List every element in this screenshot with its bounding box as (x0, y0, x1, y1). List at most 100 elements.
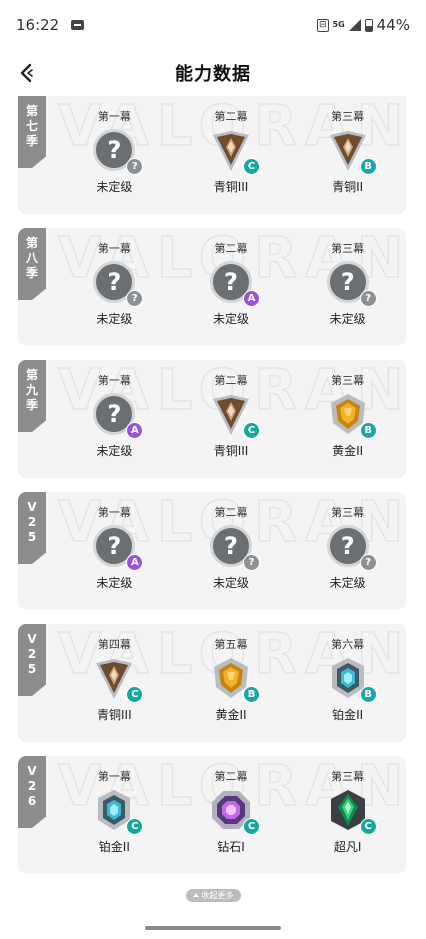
unranked-icon: ?? (325, 523, 377, 571)
collapse-more-button[interactable]: 收起更多 (185, 888, 241, 902)
acts-row: 第一幕 C 铂金II 第二幕 C 钻石I 第三幕 C 超凡I (56, 756, 406, 874)
season-tag: 第八季 (18, 228, 46, 300)
tier-badge: C (126, 686, 144, 703)
header: 能力数据 (0, 50, 426, 96)
act-rank-item[interactable]: 第三幕 C 超凡I (289, 756, 406, 874)
rank-name: 青铜III (213, 180, 249, 194)
network-type: 5G (332, 20, 345, 29)
page-title: 能力数据 (175, 64, 251, 85)
act-rank-item[interactable]: 第一幕 C 铂金II (56, 756, 173, 874)
tier-badge: ? (359, 554, 377, 571)
season-list: VALORANT第七季第一幕??未定级第二幕 C青铜III第三幕 B青铜IIVA… (18, 96, 406, 888)
home-indicator[interactable] (145, 926, 281, 930)
battery-percent: 44% (376, 16, 410, 34)
act-rank-item[interactable]: 第二幕 C 青铜III (173, 360, 290, 478)
rank-name: 未定级 (96, 576, 133, 590)
act-rank-item[interactable]: 第五幕 B 黄金II (173, 624, 290, 742)
back-arrow-icon (20, 63, 33, 83)
tier-badge: B (359, 422, 377, 439)
act-label: 第五幕 (214, 638, 248, 651)
gold-rank-icon: B (208, 655, 260, 703)
tier-badge: B (359, 686, 377, 703)
act-rank-item[interactable]: 第三幕?? 未定级 (289, 492, 406, 610)
acts-row: 第一幕? A 未定级 第二幕?? 未定级 第三幕?? 未定级 (56, 492, 406, 610)
tier-badge: A (126, 554, 144, 571)
season-tag-label: V25 (27, 632, 37, 676)
tier-badge: ? (243, 554, 260, 571)
act-rank-item[interactable]: 第一幕?? 未定级 (56, 228, 173, 346)
rank-name: 青铜III (213, 444, 249, 458)
message-notification-icon (71, 20, 85, 30)
rank-name: 黄金II (215, 708, 247, 722)
act-rank-item[interactable]: 第一幕 ? A 未定级 (56, 492, 173, 610)
acts-row: 第一幕?? 未定级 第二幕? A 未定级 第三幕?? 未定级 (56, 228, 406, 346)
status-bar: 16:22 ⊟ 5G 44% (0, 0, 426, 50)
back-button[interactable] (14, 60, 40, 86)
act-rank-item[interactable]: 第二幕 C 青铜III (173, 96, 290, 214)
act-label: 第二幕 (214, 110, 248, 123)
act-rank-item[interactable]: 第二幕?? 未定级 (173, 492, 290, 610)
act-rank-item[interactable]: 第一幕 ? A 未定级 (56, 360, 173, 478)
act-label: 第一幕 (97, 242, 131, 255)
rank-name: 未定级 (329, 576, 366, 590)
rank-name: 未定级 (96, 444, 133, 458)
act-label: 第四幕 (97, 638, 131, 651)
act-rank-item[interactable]: 第一幕?? 未定级 (56, 96, 173, 214)
chevron-up-icon (192, 893, 199, 897)
battery-icon (364, 18, 373, 32)
season-card: VALORANT第七季第一幕??未定级第二幕 C青铜III第三幕 B青铜II (18, 96, 406, 214)
act-label: 第三幕 (331, 242, 365, 255)
act-rank-item[interactable]: 第六幕 B 铂金II (289, 624, 406, 742)
bronze-rank-icon: C (208, 127, 260, 175)
bronze-rank-icon: C (91, 655, 144, 703)
tier-badge: ? (126, 158, 144, 175)
rank-name: 超凡I (333, 840, 362, 854)
season-tag: 第七季 (18, 96, 46, 168)
gold-rank-icon: B (325, 391, 377, 439)
rank-name: 未定级 (96, 180, 133, 194)
rank-name: 钻石I (217, 840, 245, 854)
season-card: VALORANTV25第一幕?A未定级第二幕??未定级第三幕??未定级 (18, 492, 406, 610)
act-label: 第三幕 (331, 770, 365, 783)
rank-name: 黄金II (332, 444, 364, 458)
unranked-icon: ?? (208, 523, 260, 571)
season-card: VALORANT第八季第一幕??未定级第二幕?A未定级第三幕??未定级 (18, 228, 406, 346)
season-card: VALORANTV25第四幕 C青铜III第五幕 B黄金II第六幕 B铂金II (18, 624, 406, 742)
act-label: 第二幕 (214, 242, 248, 255)
season-tag: V26 (18, 756, 46, 828)
season-tag-label: 第七季 (25, 104, 38, 148)
unranked-icon: ?? (91, 259, 144, 307)
act-rank-item[interactable]: 第四幕 C 青铜III (56, 624, 173, 742)
sim-icon: ⊟ (316, 18, 329, 32)
platinum-rank-icon: B (325, 655, 377, 703)
tier-badge: C (243, 422, 260, 439)
act-rank-item[interactable]: 第二幕 C 钻石I (173, 756, 290, 874)
bronze-rank-icon: C (208, 391, 260, 439)
platinum-rank-icon: C (91, 787, 144, 835)
act-rank-item[interactable]: 第三幕?? 未定级 (289, 228, 406, 346)
rank-name: 青铜II (332, 180, 364, 194)
rank-name: 青铜III (97, 708, 132, 722)
status-time: 16:22 (16, 16, 60, 34)
tier-badge: B (359, 158, 377, 175)
tier-badge: B (243, 686, 260, 703)
rank-name: 未定级 (96, 312, 133, 326)
act-rank-item[interactable]: 第三幕 B 黄金II (289, 360, 406, 478)
tier-badge: ? (126, 290, 144, 307)
rank-name: 未定级 (213, 576, 250, 590)
tier-badge: A (243, 290, 260, 307)
season-tag: V25 (18, 492, 46, 564)
act-label: 第三幕 (331, 110, 365, 123)
ascendant-rank-icon: C (325, 787, 377, 835)
collapse-label: 收起更多 (201, 890, 234, 900)
act-rank-item[interactable]: 第三幕 B 青铜II (289, 96, 406, 214)
season-tag: 第九季 (18, 360, 46, 432)
act-label: 第一幕 (97, 506, 131, 519)
collapse-row: 收起更多 (0, 886, 426, 904)
act-rank-item[interactable]: 第二幕 ? A 未定级 (173, 228, 290, 346)
act-label: 第六幕 (331, 638, 365, 651)
acts-row: 第四幕 C 青铜III 第五幕 B 黄金II 第六幕 B 铂金II (56, 624, 406, 742)
act-label: 第二幕 (214, 506, 248, 519)
diamond-rank-icon: C (208, 787, 260, 835)
tier-badge: C (359, 818, 377, 835)
